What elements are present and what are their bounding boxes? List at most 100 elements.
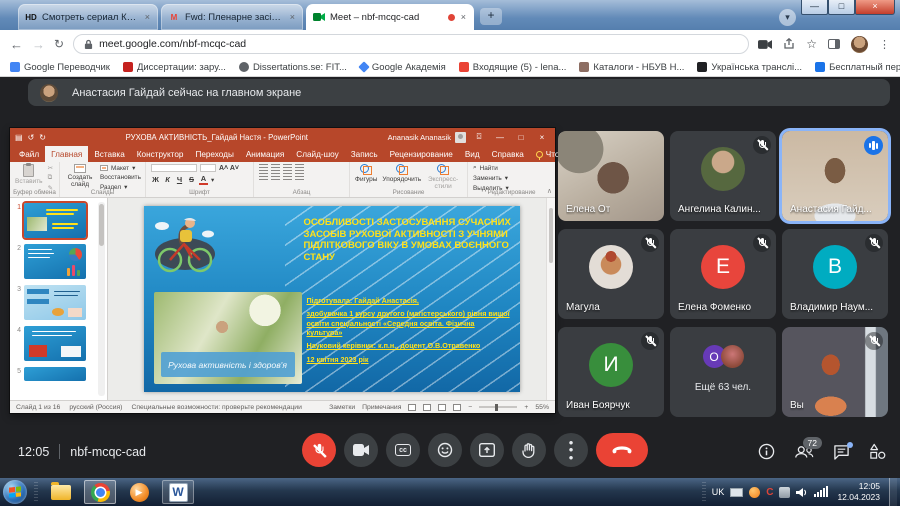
tray-app-icon[interactable]: C xyxy=(766,487,773,498)
tab-gmail[interactable]: M Fwd: Пленарне засідання Всеук × xyxy=(161,4,303,30)
ppt-ribbon-options-icon[interactable]: ⌼ xyxy=(471,132,487,142)
tab-serial[interactable]: HD Смотреть сериал Как избежать × xyxy=(18,4,158,30)
zoom-slider[interactable] xyxy=(479,406,517,408)
tray-utility-icon[interactable] xyxy=(779,487,790,498)
bookmark-dissertations-ru[interactable]: Диссертации: зару... xyxy=(123,62,226,73)
quick-styles-button[interactable]: Экспресс-стили xyxy=(426,164,460,190)
tab-meet[interactable]: Meet – nbf-mcqc-cad × xyxy=(306,4,474,30)
thumbnail-2[interactable]: 2 xyxy=(13,244,95,279)
ppt-tab-record[interactable]: Запись xyxy=(345,146,384,162)
thumbnail-5[interactable]: 5 xyxy=(13,367,95,381)
tab-close-icon[interactable]: × xyxy=(460,12,467,22)
thumbnails-scrollbar[interactable] xyxy=(98,202,105,396)
slideshow-icon[interactable] xyxy=(453,404,461,411)
maximize-button[interactable]: □ xyxy=(828,0,855,15)
captions-button[interactable]: cc xyxy=(386,433,420,467)
share-icon[interactable] xyxy=(783,38,795,50)
font-controls[interactable]: A˄ A˅ xyxy=(151,164,239,172)
antivirus-tray-icon[interactable] xyxy=(749,487,760,498)
ppt-tab-slideshow[interactable]: Слайд-шоу xyxy=(290,146,344,162)
powerpoint-window[interactable]: ▤ ↺ ↻ РУХОВА АКТИВНІСТЬ_Гайдай Настя - P… xyxy=(10,128,555,413)
end-call-button[interactable] xyxy=(596,433,648,467)
show-desktop-button[interactable] xyxy=(889,478,897,506)
participant-tile-angelina[interactable]: Ангелина Калин... xyxy=(670,131,776,221)
meeting-details-button[interactable] xyxy=(758,443,775,460)
bookmark-star-icon[interactable]: ☆ xyxy=(806,37,817,51)
new-tab-button[interactable]: + xyxy=(480,8,502,25)
word-taskbar-icon[interactable]: W xyxy=(162,480,194,504)
collapse-ribbon-icon[interactable]: ∧ xyxy=(547,187,552,195)
close-button[interactable]: × xyxy=(855,0,895,15)
reading-view-icon[interactable] xyxy=(438,404,446,411)
more-options-button[interactable]: ••• xyxy=(554,433,588,467)
participant-tile-elena-fomenko[interactable]: Е Елена Фоменко xyxy=(670,229,776,319)
address-bar[interactable]: meet.google.com/nbf-mcqc-cad xyxy=(73,34,749,54)
ppt-tab-transitions[interactable]: Переходы xyxy=(189,146,239,162)
language-indicator[interactable]: UK xyxy=(712,487,725,497)
normal-view-icon[interactable] xyxy=(408,404,416,411)
ppt-tab-design[interactable]: Конструктор xyxy=(131,146,190,162)
tab-search-chevron-icon[interactable]: ▾ xyxy=(779,9,796,26)
new-slide-button[interactable]: Создать слайд xyxy=(65,164,95,188)
language-status[interactable]: русский (Россия) xyxy=(69,404,122,411)
ppt-minimize-button[interactable]: — xyxy=(492,133,508,142)
start-button[interactable] xyxy=(3,480,27,504)
activities-button[interactable] xyxy=(869,443,886,460)
present-screen-button[interactable] xyxy=(470,433,504,467)
bookmark-catalogs[interactable]: Каталоги - НБУВ Н... xyxy=(579,62,684,73)
accessibility-status[interactable]: Специальные возможности: проверьте реком… xyxy=(131,404,301,411)
slide-thumbnails-panel[interactable]: 1 2 xyxy=(10,198,108,400)
zoom-out-icon[interactable]: − xyxy=(468,404,472,411)
participant-tile-overflow[interactable]: О Ещё 63 чел. xyxy=(670,327,776,417)
network-icon[interactable] xyxy=(814,487,828,497)
thumbnail-3[interactable]: 3 xyxy=(13,285,95,320)
find-button[interactable]: ⌕ Найти xyxy=(473,164,509,172)
replace-button[interactable]: Заменить ▾ xyxy=(473,174,509,182)
ppt-close-button[interactable]: × xyxy=(534,133,550,142)
reload-icon[interactable]: ↻ xyxy=(54,37,64,51)
back-icon[interactable]: ← xyxy=(10,38,23,51)
font-format-buttons[interactable]: Ж К Ч S А ▾ xyxy=(151,174,239,185)
reactions-button[interactable] xyxy=(428,433,462,467)
ppt-tab-home[interactable]: Главная xyxy=(45,146,88,162)
undo-icon[interactable]: ↺ xyxy=(28,133,35,142)
ppt-tab-file[interactable]: Файл xyxy=(13,146,45,162)
paste-button[interactable]: Вставить xyxy=(15,164,43,185)
thumbnail-4[interactable]: 4 xyxy=(13,326,95,361)
clipboard-small-buttons[interactable]: ✂⧉✎ xyxy=(48,164,53,192)
participant-tile-anastasia[interactable]: Анастасия Гайд... xyxy=(782,131,888,221)
arrange-button[interactable]: Упорядочить xyxy=(382,164,421,183)
shapes-button[interactable]: Фигуры xyxy=(355,164,377,183)
bookmark-transliteration[interactable]: Українська транслі... xyxy=(697,62,802,73)
list-buttons[interactable] xyxy=(259,164,304,171)
chat-button[interactable] xyxy=(833,444,850,460)
camera-in-use-icon[interactable] xyxy=(758,39,772,50)
ppt-account[interactable]: Ananasik Ananasik xyxy=(388,132,466,143)
participant-tile-elena-ot[interactable]: Елена От xyxy=(558,131,664,221)
zoom-level[interactable]: 55% xyxy=(535,404,549,411)
redo-icon[interactable]: ↻ xyxy=(39,133,46,142)
explorer-taskbar-icon[interactable] xyxy=(45,480,77,504)
tab-close-icon[interactable]: × xyxy=(289,12,296,22)
ppt-tab-insert[interactable]: Вставка xyxy=(88,146,130,162)
bookmark-inbox[interactable]: Входящие (5) - lena... xyxy=(459,62,567,73)
align-buttons[interactable] xyxy=(259,173,304,180)
layout-button[interactable]: Макет ▾ xyxy=(100,164,141,172)
side-panel-icon[interactable] xyxy=(828,39,840,49)
chrome-taskbar-icon[interactable] xyxy=(84,480,116,504)
ppt-tab-review[interactable]: Рецензирование xyxy=(384,146,459,162)
slide-sorter-icon[interactable] xyxy=(423,404,431,411)
bookmark-scholar[interactable]: Google Академія xyxy=(360,62,446,73)
forward-icon[interactable]: → xyxy=(32,38,45,51)
thumbnail-1[interactable]: 1 xyxy=(13,203,95,238)
bookmark-translate[interactable]: Google Переводчик xyxy=(10,62,110,73)
participant-tile-vladimir[interactable]: В Владимир Наум... xyxy=(782,229,888,319)
raise-hand-button[interactable] xyxy=(512,433,546,467)
bookmark-translator[interactable]: Бесплатный перев... xyxy=(815,62,900,73)
minimize-button[interactable]: — xyxy=(801,0,828,15)
comments-toggle[interactable]: Примечания xyxy=(362,404,401,411)
participant-tile-ivan[interactable]: И Иван Боярчук xyxy=(558,327,664,417)
people-button[interactable]: 72 xyxy=(794,445,814,459)
keyboard-layout-icon[interactable] xyxy=(730,488,743,497)
profile-avatar[interactable] xyxy=(851,36,868,53)
